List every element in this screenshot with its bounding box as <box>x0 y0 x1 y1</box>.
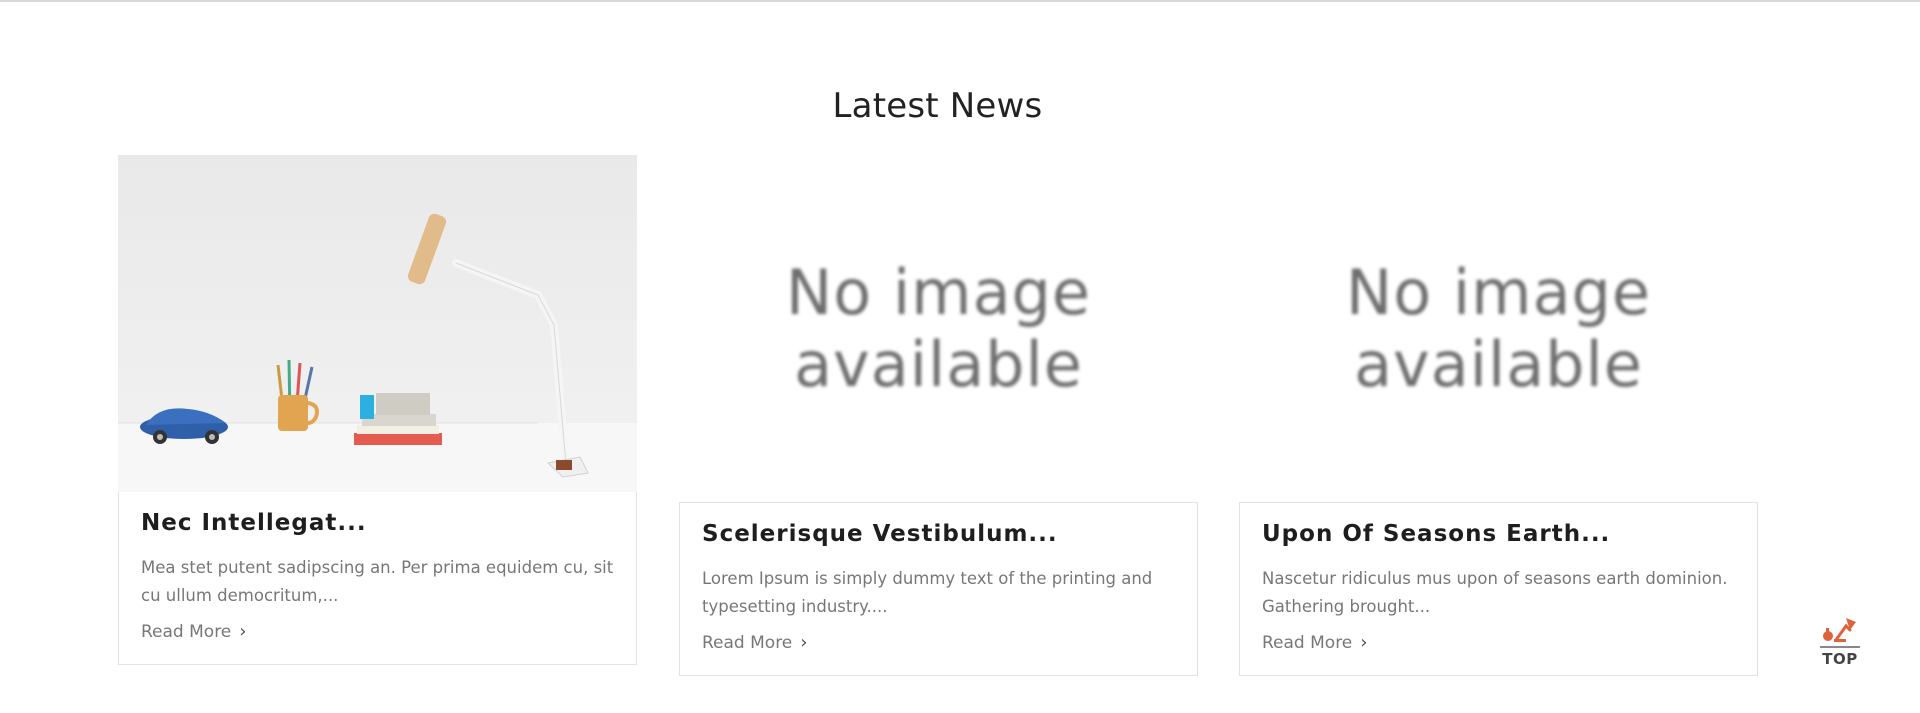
news-card: No image available Scelerisque Vestibulu… <box>679 155 1198 676</box>
no-image-line: No image <box>785 255 1092 329</box>
news-card: Nec Intellegat... Mea stet putent sadips… <box>118 155 637 665</box>
no-image-placeholder: No image available <box>785 255 1092 401</box>
news-card-body: Upon Of Seasons Earth... Nascetur ridicu… <box>1239 502 1758 676</box>
section-title: Latest News <box>832 86 1043 126</box>
news-card-body: Nec Intellegat... Mea stet putent sadips… <box>118 492 637 665</box>
read-more-label: Read More <box>141 621 232 642</box>
desk-lamp-photo <box>118 155 637 492</box>
no-image-line: available <box>794 327 1083 401</box>
read-more-link[interactable]: Read More › <box>141 621 246 642</box>
news-card-body: Scelerisque Vestibulum... Lorem Ipsum is… <box>679 502 1198 676</box>
chevron-right-icon: › <box>239 621 247 642</box>
scroll-to-top-button[interactable]: TOP <box>1818 612 1862 670</box>
read-more-label: Read More <box>1262 632 1353 653</box>
news-card: No image available Upon Of Seasons Earth… <box>1239 155 1758 676</box>
read-more-link[interactable]: Read More › <box>702 632 807 653</box>
no-image-line: No image <box>1345 255 1652 329</box>
news-card-image[interactable]: No image available <box>679 155 1198 502</box>
news-card-image[interactable] <box>118 155 637 492</box>
no-image-line: available <box>1354 327 1643 401</box>
read-more-link[interactable]: Read More › <box>1262 632 1367 653</box>
chevron-right-icon: › <box>800 632 808 653</box>
news-card-excerpt: Mea stet putent sadipscing an. Per prima… <box>141 558 614 605</box>
no-image-placeholder: No image available <box>1345 255 1652 401</box>
lamp-icon <box>1823 618 1856 642</box>
chevron-right-icon: › <box>1360 632 1368 653</box>
scroll-top-rule <box>1820 646 1860 648</box>
news-card-excerpt: Lorem Ipsum is simply dummy text of the … <box>702 569 1153 616</box>
top-divider <box>0 0 1920 2</box>
read-more-label: Read More <box>702 632 793 653</box>
news-card-title[interactable]: Upon Of Seasons Earth... <box>1262 521 1735 547</box>
news-card-image[interactable]: No image available <box>1239 155 1758 502</box>
news-card-title[interactable]: Nec Intellegat... <box>141 510 614 536</box>
scroll-top-label: TOP <box>1822 650 1858 668</box>
news-card-title[interactable]: Scelerisque Vestibulum... <box>702 521 1175 547</box>
news-card-excerpt: Nascetur ridiculus mus upon of seasons e… <box>1262 569 1728 616</box>
